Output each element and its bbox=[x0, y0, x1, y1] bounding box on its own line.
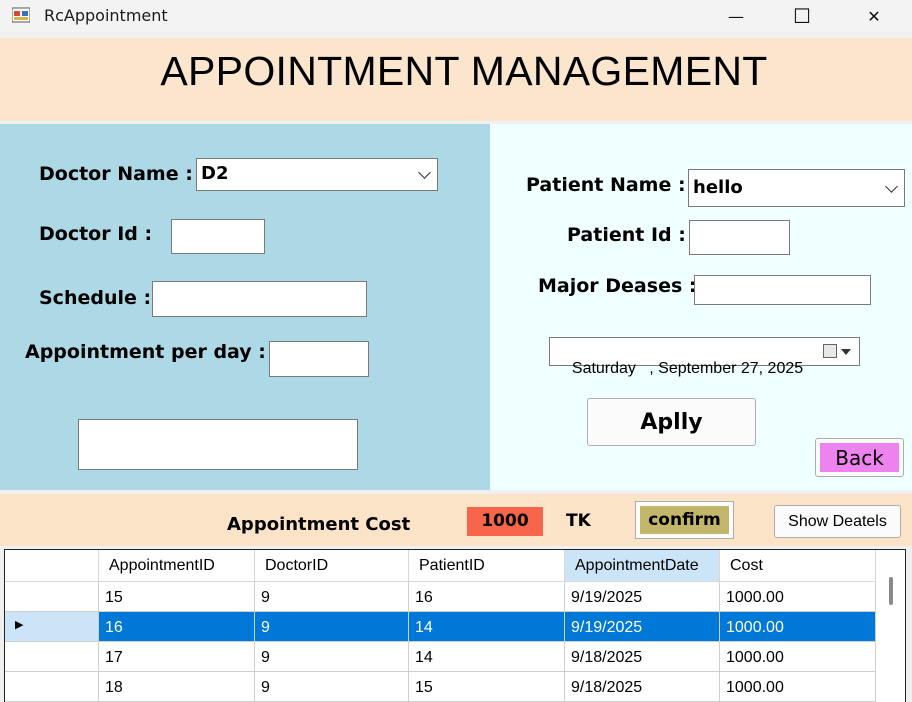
cell-cost[interactable]: 1000.00 bbox=[720, 612, 876, 642]
cell-appointment-id[interactable]: 15 bbox=[99, 582, 255, 612]
cell-patient-id[interactable]: 16 bbox=[409, 582, 565, 612]
currency-label: TK bbox=[566, 511, 591, 531]
cell-appointment-id[interactable]: 16 bbox=[99, 612, 255, 642]
column-header-appointment-id[interactable]: AppointmentID bbox=[99, 550, 255, 582]
appointment-date-picker[interactable]: Saturday , September 27, 2025 bbox=[549, 337, 860, 377]
column-header-patient-id[interactable]: PatientID bbox=[409, 550, 565, 582]
date-value: Saturday , September 27, 2025 bbox=[571, 360, 804, 377]
column-header-cost[interactable]: Cost bbox=[720, 550, 876, 582]
back-button-label: Back bbox=[820, 443, 899, 472]
cell-cost[interactable]: 1000.00 bbox=[720, 642, 876, 672]
confirm-button[interactable]: confirm bbox=[635, 501, 734, 539]
patient-id-label: Patient Id : bbox=[567, 224, 686, 246]
column-header-appointment-date[interactable]: AppointmentDate bbox=[565, 550, 720, 582]
schedule-label: Schedule : bbox=[39, 287, 152, 309]
appointment-cost-value: 1000 bbox=[467, 507, 543, 536]
cell-doctor-id[interactable]: 9 bbox=[255, 672, 409, 702]
close-button[interactable]: ✕ bbox=[844, 0, 904, 32]
cell-doctor-id[interactable]: 9 bbox=[255, 642, 409, 672]
row-header[interactable] bbox=[5, 672, 99, 702]
row-header[interactable]: ▶ bbox=[5, 612, 99, 642]
apply-button[interactable]: Aplly bbox=[587, 398, 756, 446]
current-row-arrow-icon: ▶ bbox=[15, 618, 24, 631]
cell-patient-id[interactable]: 15 bbox=[409, 672, 565, 702]
patient-id-input[interactable] bbox=[689, 220, 790, 255]
page-title: APPOINTMENT MANAGEMENT bbox=[160, 48, 768, 94]
chevron-down-icon bbox=[885, 180, 898, 193]
back-button[interactable]: Back bbox=[815, 438, 904, 477]
cell-cost[interactable]: 1000.00 bbox=[720, 672, 876, 702]
schedule-input[interactable] bbox=[152, 281, 367, 317]
scrollbar-thumb[interactable] bbox=[889, 577, 893, 605]
cell-appointment-date[interactable]: 9/18/2025 bbox=[565, 672, 720, 702]
patient-name-label: Patient Name : bbox=[526, 174, 686, 196]
cell-appointment-date[interactable]: 9/18/2025 bbox=[565, 642, 720, 672]
cell-patient-id[interactable]: 14 bbox=[409, 642, 565, 672]
doctor-name-label: Doctor Name : bbox=[39, 163, 193, 185]
appointment-per-day-input[interactable] bbox=[269, 341, 369, 377]
cell-doctor-id[interactable]: 9 bbox=[255, 582, 409, 612]
extra-text-field[interactable] bbox=[78, 419, 358, 470]
appointment-cost-label: Appointment Cost bbox=[227, 514, 411, 535]
confirm-button-label: confirm bbox=[640, 506, 729, 534]
cell-patient-id[interactable]: 14 bbox=[409, 612, 565, 642]
doctor-name-value: D2 bbox=[201, 163, 229, 184]
app-icon bbox=[12, 7, 30, 23]
appointments-grid[interactable]: AppointmentID DoctorID PatientID Appoint… bbox=[4, 549, 906, 702]
cell-cost[interactable]: 1000.00 bbox=[720, 582, 876, 612]
minimize-button[interactable]: — bbox=[706, 0, 766, 32]
column-header-doctor-id[interactable]: DoctorID bbox=[255, 550, 409, 582]
major-disease-input[interactable] bbox=[694, 275, 871, 305]
patient-name-value: hello bbox=[693, 177, 743, 198]
row-header[interactable] bbox=[5, 642, 99, 672]
patient-name-select[interactable]: hello bbox=[688, 169, 905, 207]
row-header[interactable] bbox=[5, 582, 99, 612]
doctor-id-input[interactable] bbox=[171, 219, 265, 254]
vertical-scrollbar[interactable] bbox=[876, 550, 905, 702]
cell-appointment-date[interactable]: 9/19/2025 bbox=[565, 582, 720, 612]
cell-appointment-id[interactable]: 17 bbox=[99, 642, 255, 672]
calendar-icon bbox=[823, 344, 837, 358]
doctor-name-select[interactable]: D2 bbox=[196, 158, 438, 191]
cell-appointment-date[interactable]: 9/19/2025 bbox=[565, 612, 720, 642]
doctor-id-label: Doctor Id : bbox=[39, 223, 153, 245]
chevron-down-icon bbox=[418, 166, 431, 179]
cell-appointment-id[interactable]: 18 bbox=[99, 672, 255, 702]
appointment-per-day-label: Appointment per day : bbox=[25, 341, 266, 363]
grid-corner-header bbox=[5, 550, 99, 582]
dropdown-arrow-icon bbox=[841, 349, 851, 355]
show-details-button[interactable]: Show Deatels bbox=[774, 505, 901, 538]
major-disease-label: Major Deases : bbox=[538, 275, 697, 297]
maximize-button[interactable]: ☐ bbox=[772, 0, 832, 32]
cell-doctor-id[interactable]: 9 bbox=[255, 612, 409, 642]
window-title: RcAppointment bbox=[44, 6, 168, 25]
